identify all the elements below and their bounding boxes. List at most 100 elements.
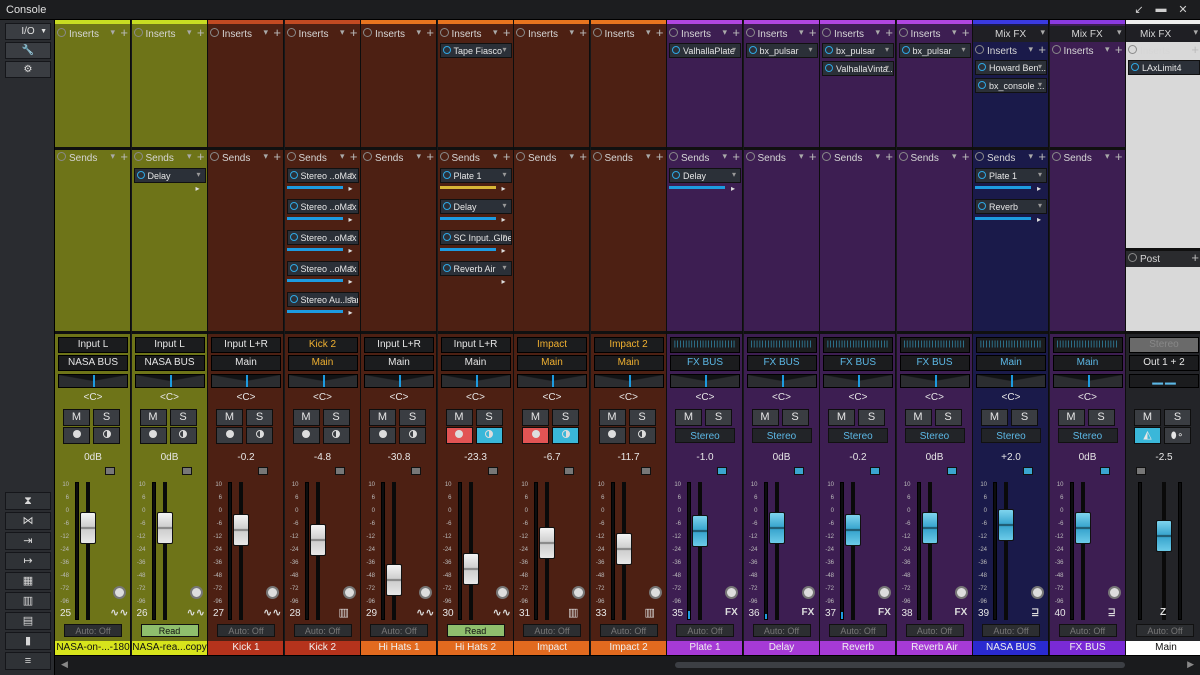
pan-control[interactable] xyxy=(440,374,511,388)
sends-header[interactable]: Sends ▾ + xyxy=(973,149,1048,166)
power-icon[interactable] xyxy=(286,28,296,37)
chevron-down-icon[interactable]: ▾ xyxy=(732,170,736,179)
add-send-icon[interactable]: + xyxy=(885,149,893,164)
power-icon[interactable] xyxy=(748,46,757,54)
automation-button[interactable]: Auto: Off xyxy=(599,624,658,637)
pan-control[interactable] xyxy=(364,374,434,388)
minimize-icon[interactable]: ↙ xyxy=(1132,3,1146,16)
chevron-down-icon[interactable]: ▾ xyxy=(569,27,574,38)
solo-button[interactable]: S xyxy=(1087,409,1115,426)
power-icon[interactable] xyxy=(825,64,833,72)
power-icon[interactable] xyxy=(1051,45,1061,54)
monitor-button[interactable] xyxy=(628,427,656,444)
pan-knob[interactable] xyxy=(1031,586,1044,599)
chevron-down-icon[interactable]: ▾ xyxy=(885,45,889,54)
chevron-down-icon[interactable]: ▾ xyxy=(502,263,506,272)
volume-fader[interactable] xyxy=(768,512,785,545)
send-pan-icon[interactable]: ▸ xyxy=(1037,185,1045,193)
power-icon[interactable] xyxy=(439,152,449,161)
chevron-down-icon[interactable]: ▾ xyxy=(1028,151,1033,162)
sends-header[interactable]: Sends ▾ + xyxy=(285,149,360,166)
power-icon[interactable] xyxy=(210,152,219,161)
power-icon[interactable] xyxy=(133,28,143,37)
power-icon[interactable] xyxy=(975,152,984,161)
monitor-button[interactable] xyxy=(246,427,273,444)
pan-control[interactable] xyxy=(746,374,817,388)
send-pan-icon[interactable]: ▸ xyxy=(196,185,204,193)
monitor-button[interactable] xyxy=(399,427,426,444)
output-selector[interactable]: FX BUS xyxy=(670,355,740,371)
pan-control[interactable] xyxy=(1052,374,1123,388)
insert-slot[interactable]: Tape Fiasco ▾ xyxy=(439,43,512,58)
io-button[interactable]: I/O ▼ xyxy=(5,23,51,40)
send-pan-icon[interactable]: ▸ xyxy=(502,247,510,255)
pan-knob[interactable] xyxy=(801,586,815,599)
pan-knob[interactable] xyxy=(725,586,738,599)
solo-button[interactable]: S xyxy=(1164,409,1191,426)
collapse-horizontal-icon[interactable]: ⋈ xyxy=(5,512,51,530)
sends-header[interactable]: Sends ▾ + xyxy=(514,149,589,166)
volume-value[interactable]: 0dB xyxy=(744,452,819,463)
pan-knob[interactable] xyxy=(572,586,585,599)
channel-name[interactable]: Delay xyxy=(743,641,819,655)
chevron-down-icon[interactable]: ▾ xyxy=(1028,44,1033,55)
pan-control[interactable] xyxy=(593,374,664,388)
add-send-icon[interactable]: + xyxy=(809,149,817,164)
add-insert-icon[interactable]: + xyxy=(732,25,740,40)
mute-button[interactable]: M xyxy=(751,409,779,426)
channel-name[interactable]: Kick 1 xyxy=(208,641,283,655)
chevron-down-icon[interactable]: ▾ xyxy=(110,151,115,162)
mute-button[interactable]: M xyxy=(1134,409,1161,426)
send-slot[interactable]: Reverb ▾ xyxy=(975,199,1047,214)
pan-control[interactable] xyxy=(670,374,740,388)
add-send-icon[interactable]: + xyxy=(1115,149,1123,164)
inserts-header[interactable]: Inserts ▾ + xyxy=(973,42,1048,59)
output-selector[interactable]: Out 1 + 2 xyxy=(1129,355,1199,371)
send-level-bar[interactable] xyxy=(975,186,1031,189)
output-selector[interactable]: Main xyxy=(1052,355,1123,371)
inserts-header[interactable]: Inserts ▾ + xyxy=(667,25,742,42)
mute-button[interactable]: M xyxy=(522,409,549,426)
post-header[interactable]: Post + xyxy=(1126,250,1200,267)
send-pan-icon[interactable]: ▸ xyxy=(502,278,510,286)
power-icon[interactable] xyxy=(901,46,910,54)
monitor-button[interactable] xyxy=(322,427,350,444)
pan-knob[interactable] xyxy=(878,586,891,599)
add-insert-icon[interactable]: + xyxy=(885,25,893,40)
insert-slot[interactable]: ValhallaVinta... ▾ xyxy=(822,61,894,76)
power-icon[interactable] xyxy=(672,171,680,179)
send-pan-icon[interactable]: ▸ xyxy=(1037,216,1045,224)
power-icon[interactable] xyxy=(289,264,298,272)
add-send-icon[interactable]: + xyxy=(503,149,511,164)
power-icon[interactable] xyxy=(978,171,986,179)
chevron-down-icon[interactable]: ▾ xyxy=(340,27,345,38)
output-selector[interactable]: Main xyxy=(287,355,358,371)
channel-name[interactable]: Hi Hats 2 xyxy=(437,641,513,655)
volume-value[interactable]: -30.8 xyxy=(361,452,436,463)
input-selector[interactable]: Input L xyxy=(134,337,205,353)
close-icon[interactable]: ✕ xyxy=(1176,3,1190,16)
chevron-down-icon[interactable]: ▾ xyxy=(875,27,880,38)
pan-knob[interactable] xyxy=(113,586,126,599)
volume-value[interactable]: -0.2 xyxy=(820,452,895,463)
power-icon[interactable] xyxy=(975,45,984,54)
send-slot[interactable]: Delay ▾ xyxy=(669,168,741,183)
chevron-down-icon[interactable]: ▾ xyxy=(187,27,192,38)
maximize-icon[interactable]: ▬ xyxy=(1154,3,1168,15)
volume-fader[interactable] xyxy=(80,512,96,545)
inserts-header[interactable]: Inserts ▾ + xyxy=(897,25,972,42)
chevron-down-icon[interactable]: ▾ xyxy=(875,151,880,162)
automation-button[interactable]: Read xyxy=(140,624,199,637)
sends-header[interactable]: Sends ▾ + xyxy=(361,149,436,166)
send-pan-icon[interactable]: ▸ xyxy=(349,247,357,255)
input-icon[interactable]: ⇥ xyxy=(5,532,51,550)
pan-control[interactable] xyxy=(976,374,1046,388)
record-button[interactable] xyxy=(139,427,167,444)
mute-button[interactable]: M xyxy=(63,409,90,426)
chevron-down-icon[interactable]: ▾ xyxy=(1193,27,1198,38)
power-icon[interactable] xyxy=(442,46,451,54)
sends-header[interactable]: Sends ▾ + xyxy=(438,149,513,166)
power-icon[interactable] xyxy=(1128,45,1137,54)
input-selector[interactable]: Input L+R xyxy=(440,337,511,353)
scroll-left-icon[interactable]: ◀ xyxy=(61,659,68,670)
